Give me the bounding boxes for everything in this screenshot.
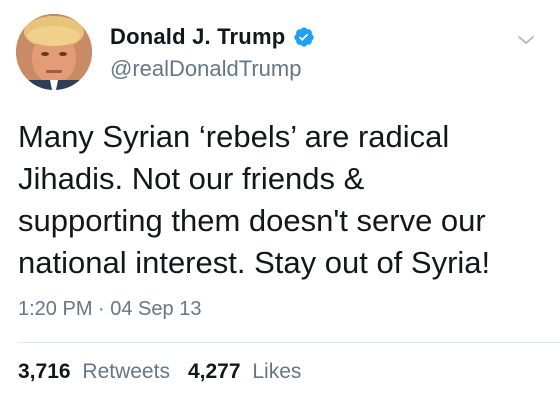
retweets-label: Retweets: [82, 360, 170, 383]
divider: [18, 342, 560, 343]
likes-label: Likes: [252, 360, 302, 383]
user-block: Donald J. Trump @realDonaldTrump: [110, 20, 490, 82]
likes-count: 4,277: [187, 360, 241, 383]
retweets-stat[interactable]: 3,716 Retweets: [18, 360, 170, 384]
avatar-image: [16, 14, 92, 90]
display-name-row: Donald J. Trump: [110, 20, 490, 54]
chevron-down-icon: [518, 36, 534, 44]
tweet-stats: 3,716 Retweets 4,277 Likes: [18, 360, 301, 384]
tweet-card: Donald J. Trump @realDonaldTrump Many Sy…: [0, 0, 560, 406]
retweets-count: 3,716: [18, 360, 71, 383]
likes-stat[interactable]: 4,277 Likes: [188, 360, 301, 384]
user-handle[interactable]: @realDonaldTrump: [110, 56, 490, 82]
tweet-text: Many Syrian ‘rebels’ are radical Jihadis…: [18, 119, 491, 280]
tweet-menu-button[interactable]: [514, 28, 538, 52]
verified-badge-icon: [293, 26, 315, 48]
display-name[interactable]: Donald J. Trump: [110, 24, 285, 50]
avatar[interactable]: [16, 14, 92, 90]
tweet-header: Donald J. Trump @realDonaldTrump: [14, 12, 546, 92]
tweet-timestamp[interactable]: 1:20 PM · 04 Sep 13: [18, 298, 201, 321]
